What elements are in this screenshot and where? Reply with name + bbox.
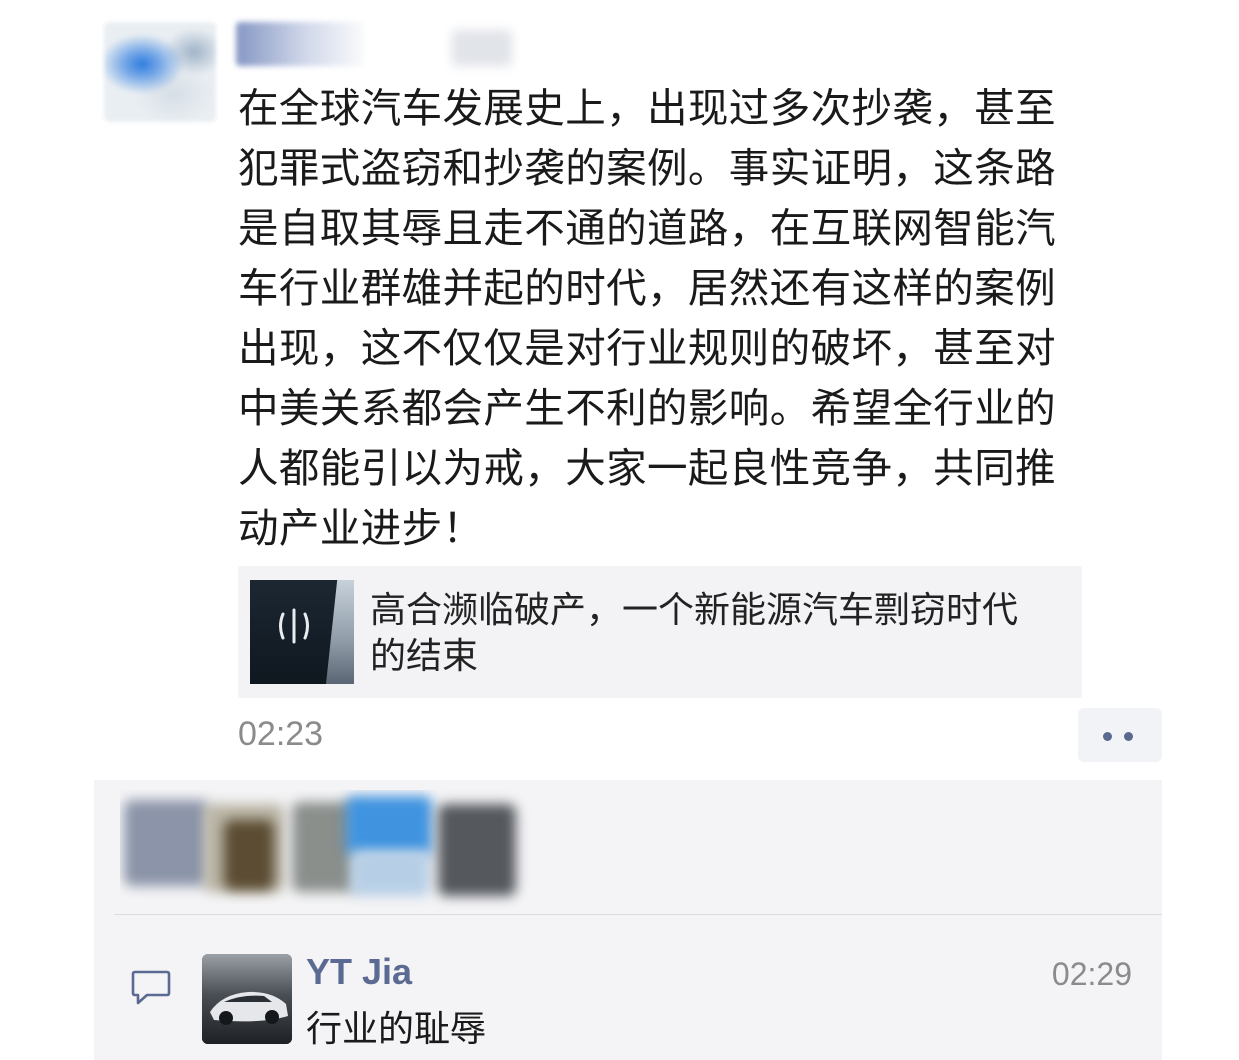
post-text-line: 车行业群雄并起的时代，居然还有这样的案例	[238, 264, 1056, 312]
poster-name-blurred[interactable]	[236, 22, 364, 66]
more-actions-button[interactable]	[1078, 708, 1162, 762]
post-text-line: 出现，这不仅仅是对行业规则的破坏，甚至对	[238, 324, 1056, 372]
comment-text[interactable]: 行业的耻辱	[306, 1006, 486, 1054]
blurred-avatar[interactable]	[124, 800, 208, 886]
article-title-line: 的结束	[370, 636, 479, 677]
likes-comments-divider	[114, 914, 1162, 915]
commenter-avatar[interactable]	[202, 954, 292, 1044]
car-photo-icon	[202, 954, 292, 1044]
hiphi-logo-icon	[279, 608, 309, 644]
poster-avatar-blurred[interactable]	[104, 22, 216, 122]
more-dots-icon	[1103, 732, 1112, 741]
post-text: 在全球汽车发展史上，出现过多次抄袭，甚至 犯罪式盗窃和抄袭的案例。事实证明，这条…	[238, 78, 1148, 558]
article-thumbnail	[250, 580, 354, 684]
commenter-name[interactable]: YT Jia	[306, 950, 412, 994]
post-text-line: 是自取其辱且走不通的道路，在互联网智能汽	[238, 204, 1056, 252]
more-dots-icon	[1124, 732, 1133, 741]
post-text-line: 动产业进步！	[238, 504, 484, 552]
comment-bubble-icon	[131, 970, 171, 1005]
post-text-line: 人都能引以为戒，大家一起良性竞争，共同推	[238, 444, 1056, 492]
post-timestamp: 02:23	[238, 715, 324, 753]
shared-article-card[interactable]: 高合濒临破产，一个新能源汽车剽窃时代 的结束	[238, 566, 1082, 698]
article-title: 高合濒临破产，一个新能源汽车剽窃时代 的结束	[370, 588, 1070, 680]
article-title-line: 高合濒临破产，一个新能源汽车剽窃时代	[370, 590, 1019, 631]
post-text-line: 犯罪式盗窃和抄袭的案例。事实证明，这条路	[238, 144, 1056, 192]
blurred-avatar[interactable]	[438, 804, 516, 896]
blurred-avatar[interactable]	[346, 796, 432, 856]
post-text-line: 在全球汽车发展史上，出现过多次抄袭，甚至	[238, 84, 1056, 132]
comment-timestamp: 02:29	[1051, 956, 1132, 992]
likes-avatars-blurred	[120, 790, 530, 910]
blurred-avatar-detail	[224, 820, 274, 890]
blurred-avatar-detail	[350, 850, 430, 896]
thumbnail-glass-panel	[326, 580, 354, 684]
interaction-area: YT Jia 02:29 行业的耻辱	[94, 780, 1162, 1060]
poster-name-blurred-extra	[452, 30, 512, 66]
post-text-line: 中美关系都会产生不利的影响。希望全行业的	[238, 384, 1056, 432]
